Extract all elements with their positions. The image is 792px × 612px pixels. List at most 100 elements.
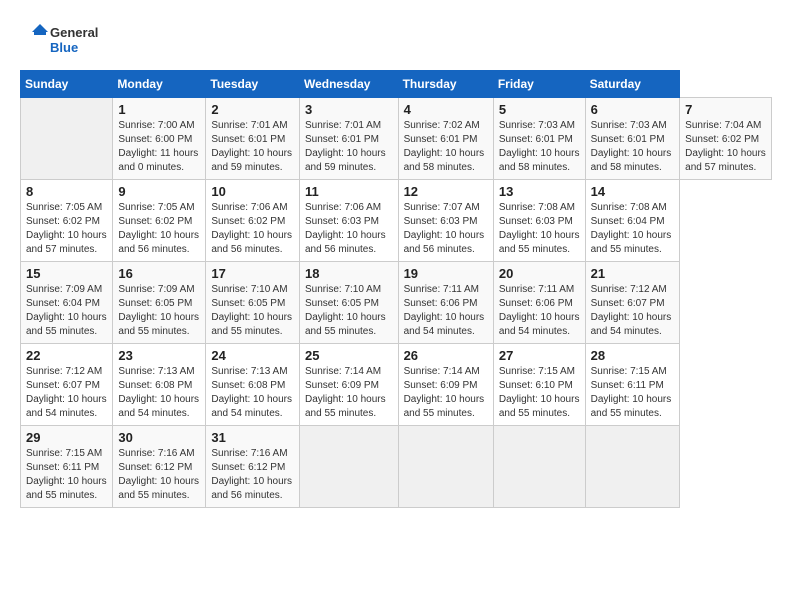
day-info: Sunrise: 7:06 AM Sunset: 6:03 PM Dayligh… bbox=[305, 201, 393, 257]
calendar-cell: 12 Sunrise: 7:07 AM Sunset: 6:03 PM Dayli… bbox=[398, 180, 493, 262]
day-number: 4 bbox=[404, 102, 488, 117]
calendar-cell: 31Sunrise: 7:16 AM Sunset: 6:12 PM Dayli… bbox=[206, 426, 300, 508]
day-number: 11 bbox=[305, 184, 393, 199]
weekday-header-tuesday: Tuesday bbox=[206, 71, 300, 98]
day-number: 23 bbox=[118, 348, 200, 363]
calendar-cell: 24Sunrise: 7:13 AM Sunset: 6:08 PM Dayli… bbox=[206, 344, 300, 426]
day-number: 18 bbox=[305, 266, 393, 281]
day-info: Sunrise: 7:11 AM Sunset: 6:06 PM Dayligh… bbox=[404, 283, 488, 339]
calendar-cell: 17Sunrise: 7:10 AM Sunset: 6:05 PM Dayli… bbox=[206, 262, 300, 344]
day-number: 8 bbox=[26, 184, 107, 199]
calendar-cell bbox=[299, 426, 398, 508]
calendar-cell: 21 Sunrise: 7:12 AM Sunset: 6:07 PM Dayli… bbox=[585, 262, 680, 344]
day-number: 16 bbox=[118, 266, 200, 281]
day-number: 30 bbox=[118, 430, 200, 445]
day-info: Sunrise: 7:12 AM Sunset: 6:07 PM Dayligh… bbox=[26, 365, 107, 421]
weekday-header-row: SundayMondayTuesdayWednesdayThursdayFrid… bbox=[21, 71, 772, 98]
calendar-week-5: 29Sunrise: 7:15 AM Sunset: 6:11 PM Dayli… bbox=[21, 426, 772, 508]
day-info: Sunrise: 7:10 AM Sunset: 6:05 PM Dayligh… bbox=[211, 283, 294, 339]
calendar-cell: 5 Sunrise: 7:03 AM Sunset: 6:01 PM Daylig… bbox=[493, 98, 585, 180]
calendar-cell: 11 Sunrise: 7:06 AM Sunset: 6:03 PM Dayli… bbox=[299, 180, 398, 262]
day-number: 9 bbox=[118, 184, 200, 199]
day-number: 6 bbox=[591, 102, 675, 117]
weekday-header-monday: Monday bbox=[113, 71, 206, 98]
day-number: 14 bbox=[591, 184, 675, 199]
calendar-cell: 2 Sunrise: 7:01 AM Sunset: 6:01 PM Daylig… bbox=[206, 98, 300, 180]
weekday-header-friday: Friday bbox=[493, 71, 585, 98]
page-header: General Blue bbox=[20, 20, 772, 60]
calendar-cell: 16 Sunrise: 7:09 AM Sunset: 6:05 PM Dayli… bbox=[113, 262, 206, 344]
day-info: Sunrise: 7:09 AM Sunset: 6:05 PM Dayligh… bbox=[118, 283, 200, 339]
day-info: Sunrise: 7:04 AM Sunset: 6:02 PM Dayligh… bbox=[685, 119, 766, 175]
calendar-cell: 19 Sunrise: 7:11 AM Sunset: 6:06 PM Dayli… bbox=[398, 262, 493, 344]
calendar-cell: 15 Sunrise: 7:09 AM Sunset: 6:04 PM Dayli… bbox=[21, 262, 113, 344]
svg-text:Blue: Blue bbox=[50, 40, 78, 55]
calendar-cell: 18 Sunrise: 7:10 AM Sunset: 6:05 PM Dayli… bbox=[299, 262, 398, 344]
calendar-cell: 3 Sunrise: 7:01 AM Sunset: 6:01 PM Daylig… bbox=[299, 98, 398, 180]
day-number: 29 bbox=[26, 430, 107, 445]
calendar-cell: 20Sunrise: 7:11 AM Sunset: 6:06 PM Dayli… bbox=[493, 262, 585, 344]
day-info: Sunrise: 7:01 AM Sunset: 6:01 PM Dayligh… bbox=[305, 119, 393, 175]
day-number: 12 bbox=[404, 184, 488, 199]
day-number: 2 bbox=[211, 102, 294, 117]
day-number: 20 bbox=[499, 266, 580, 281]
day-info: Sunrise: 7:09 AM Sunset: 6:04 PM Dayligh… bbox=[26, 283, 107, 339]
calendar-cell: 8 Sunrise: 7:05 AM Sunset: 6:02 PM Daylig… bbox=[21, 180, 113, 262]
day-info: Sunrise: 7:00 AM Sunset: 6:00 PM Dayligh… bbox=[118, 119, 200, 175]
day-number: 3 bbox=[305, 102, 393, 117]
calendar-cell: 27 Sunrise: 7:15 AM Sunset: 6:10 PM Dayli… bbox=[493, 344, 585, 426]
day-info: Sunrise: 7:03 AM Sunset: 6:01 PM Dayligh… bbox=[591, 119, 675, 175]
calendar-cell: 4Sunrise: 7:02 AM Sunset: 6:01 PM Daylig… bbox=[398, 98, 493, 180]
logo-svg: General Blue bbox=[20, 20, 110, 60]
calendar-cell: 28 Sunrise: 7:15 AM Sunset: 6:11 PM Dayli… bbox=[585, 344, 680, 426]
calendar-cell: 29Sunrise: 7:15 AM Sunset: 6:11 PM Dayli… bbox=[21, 426, 113, 508]
day-info: Sunrise: 7:01 AM Sunset: 6:01 PM Dayligh… bbox=[211, 119, 294, 175]
day-number: 10 bbox=[211, 184, 294, 199]
weekday-header-thursday: Thursday bbox=[398, 71, 493, 98]
day-number: 19 bbox=[404, 266, 488, 281]
day-info: Sunrise: 7:03 AM Sunset: 6:01 PM Dayligh… bbox=[499, 119, 580, 175]
day-number: 7 bbox=[685, 102, 766, 117]
calendar-cell: 23 Sunrise: 7:13 AM Sunset: 6:08 PM Dayli… bbox=[113, 344, 206, 426]
day-number: 21 bbox=[591, 266, 675, 281]
weekday-header-wednesday: Wednesday bbox=[299, 71, 398, 98]
calendar-cell bbox=[493, 426, 585, 508]
calendar-body: 1Sunrise: 7:00 AM Sunset: 6:00 PM Daylig… bbox=[21, 98, 772, 508]
day-info: Sunrise: 7:10 AM Sunset: 6:05 PM Dayligh… bbox=[305, 283, 393, 339]
calendar-cell: 30 Sunrise: 7:16 AM Sunset: 6:12 PM Dayli… bbox=[113, 426, 206, 508]
calendar-week-3: 15 Sunrise: 7:09 AM Sunset: 6:04 PM Dayli… bbox=[21, 262, 772, 344]
calendar-week-1: 1Sunrise: 7:00 AM Sunset: 6:00 PM Daylig… bbox=[21, 98, 772, 180]
calendar-cell: 13 Sunrise: 7:08 AM Sunset: 6:03 PM Dayli… bbox=[493, 180, 585, 262]
day-number: 15 bbox=[26, 266, 107, 281]
day-number: 28 bbox=[591, 348, 675, 363]
day-info: Sunrise: 7:15 AM Sunset: 6:10 PM Dayligh… bbox=[499, 365, 580, 421]
calendar-cell: 9 Sunrise: 7:05 AM Sunset: 6:02 PM Daylig… bbox=[113, 180, 206, 262]
calendar-cell: 6 Sunrise: 7:03 AM Sunset: 6:01 PM Daylig… bbox=[585, 98, 680, 180]
day-info: Sunrise: 7:16 AM Sunset: 6:12 PM Dayligh… bbox=[211, 447, 294, 503]
calendar-cell: 22Sunrise: 7:12 AM Sunset: 6:07 PM Dayli… bbox=[21, 344, 113, 426]
day-info: Sunrise: 7:12 AM Sunset: 6:07 PM Dayligh… bbox=[591, 283, 675, 339]
svg-text:General: General bbox=[50, 25, 98, 40]
day-info: Sunrise: 7:05 AM Sunset: 6:02 PM Dayligh… bbox=[26, 201, 107, 257]
day-number: 5 bbox=[499, 102, 580, 117]
calendar-header: SundayMondayTuesdayWednesdayThursdayFrid… bbox=[21, 71, 772, 98]
calendar-cell: 7 Sunrise: 7:04 AM Sunset: 6:02 PM Daylig… bbox=[680, 98, 772, 180]
day-info: Sunrise: 7:13 AM Sunset: 6:08 PM Dayligh… bbox=[118, 365, 200, 421]
calendar-cell: 10 Sunrise: 7:06 AM Sunset: 6:02 PM Dayli… bbox=[206, 180, 300, 262]
weekday-header-sunday: Sunday bbox=[21, 71, 113, 98]
day-info: Sunrise: 7:08 AM Sunset: 6:04 PM Dayligh… bbox=[591, 201, 675, 257]
day-info: Sunrise: 7:16 AM Sunset: 6:12 PM Dayligh… bbox=[118, 447, 200, 503]
day-info: Sunrise: 7:07 AM Sunset: 6:03 PM Dayligh… bbox=[404, 201, 488, 257]
day-info: Sunrise: 7:05 AM Sunset: 6:02 PM Dayligh… bbox=[118, 201, 200, 257]
day-info: Sunrise: 7:15 AM Sunset: 6:11 PM Dayligh… bbox=[591, 365, 675, 421]
weekday-header-saturday: Saturday bbox=[585, 71, 680, 98]
calendar-cell bbox=[398, 426, 493, 508]
logo: General Blue bbox=[20, 20, 110, 60]
day-number: 13 bbox=[499, 184, 580, 199]
day-info: Sunrise: 7:06 AM Sunset: 6:02 PM Dayligh… bbox=[211, 201, 294, 257]
day-number: 27 bbox=[499, 348, 580, 363]
calendar-cell bbox=[585, 426, 680, 508]
day-info: Sunrise: 7:08 AM Sunset: 6:03 PM Dayligh… bbox=[499, 201, 580, 257]
day-number: 25 bbox=[305, 348, 393, 363]
calendar-cell: 25Sunrise: 7:14 AM Sunset: 6:09 PM Dayli… bbox=[299, 344, 398, 426]
